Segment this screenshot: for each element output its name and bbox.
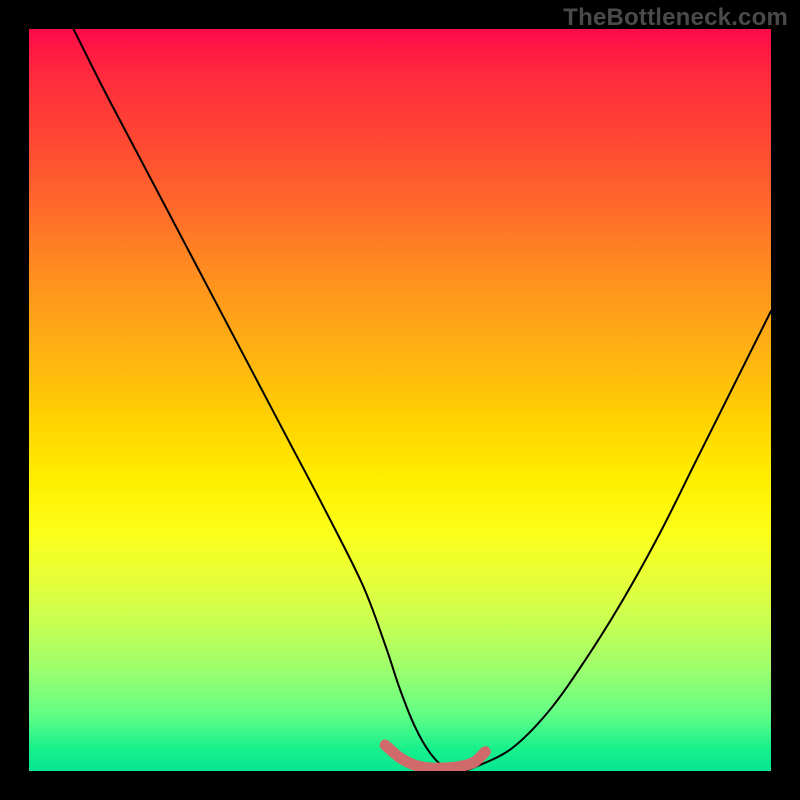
bottleneck-curve xyxy=(74,29,771,771)
bottom-marker xyxy=(385,745,485,768)
chart-frame: TheBottleneck.com xyxy=(0,0,800,800)
watermark-text: TheBottleneck.com xyxy=(563,4,788,32)
chart-svg xyxy=(29,29,771,771)
plot-area xyxy=(29,29,771,771)
